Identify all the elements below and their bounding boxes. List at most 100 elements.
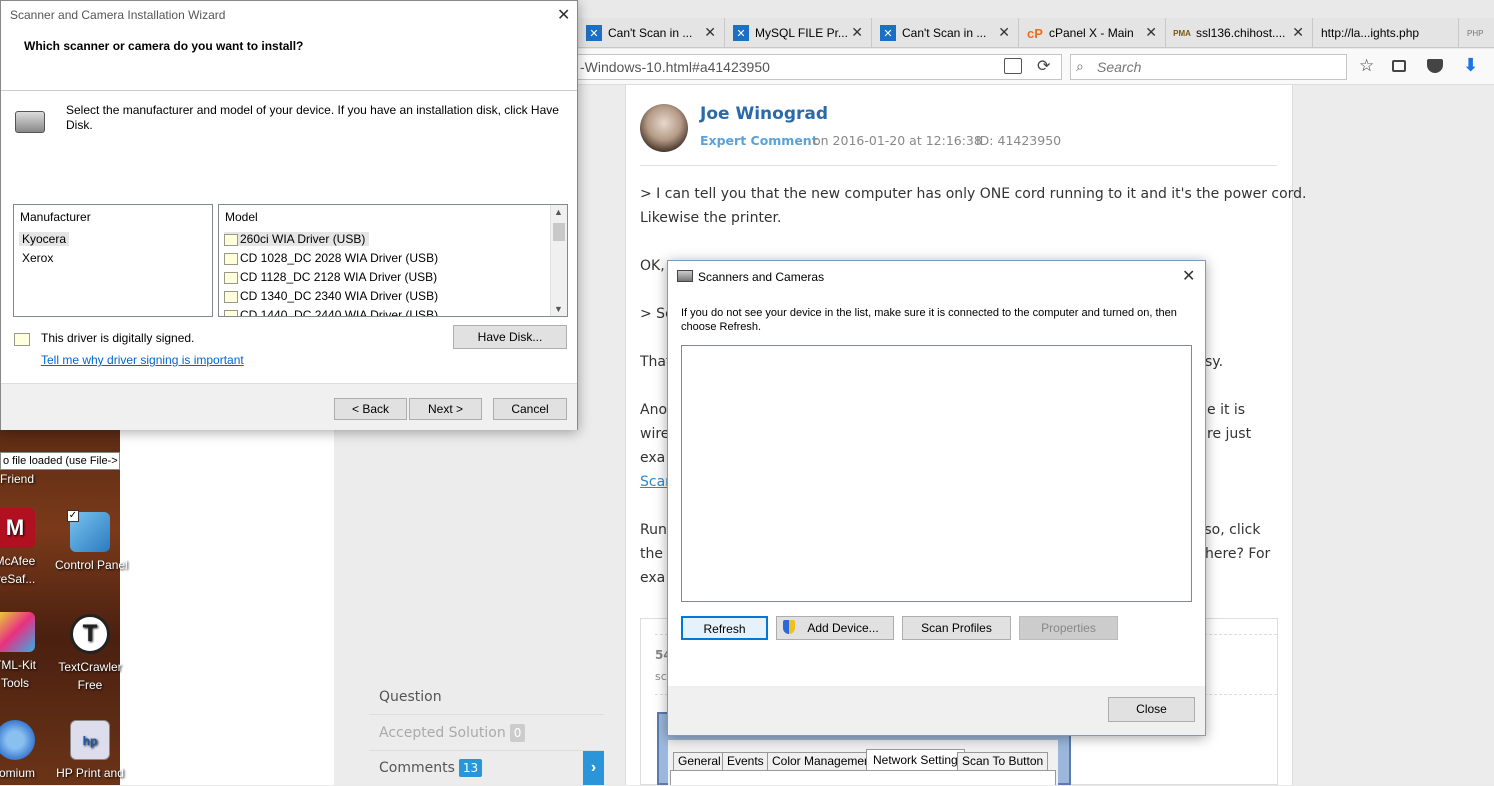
have-disk-button[interactable]: Have Disk... [453, 325, 567, 349]
tab-ssl136[interactable]: PMA ssl136.chihost.... ✕ [1166, 18, 1313, 48]
x-icon: ✕ [586, 25, 602, 41]
close-tab-icon[interactable]: ✕ [1145, 24, 1157, 41]
scanners-title: Scanners and Cameras [698, 270, 825, 284]
model-list[interactable]: Model 260ci WIA Driver (USB) CD 1028_DC … [218, 204, 568, 317]
html-kit-icon [0, 612, 35, 652]
next-button[interactable]: Next > [409, 398, 482, 420]
embedded-tab-panel [670, 770, 1056, 785]
author-name[interactable]: Joe Winograd [700, 104, 828, 124]
search-input[interactable]: Search [1070, 54, 1347, 80]
close-icon[interactable]: ✕ [557, 5, 570, 25]
close-button[interactable]: Close [1108, 697, 1195, 722]
close-tab-icon[interactable]: ✕ [998, 24, 1010, 41]
close-icon[interactable]: ✕ [1182, 266, 1195, 286]
desktop-icon-mcafee[interactable]: M McAfee veSaf... [0, 508, 50, 588]
scan-profiles-button[interactable]: Scan Profiles [902, 616, 1011, 640]
model-label: CD 1028_DC 2028 WIA Driver (USB) [240, 251, 439, 265]
browser-tab-bar: ✕ Can't Scan in ... ✕ ✕ MySQL FILE Pr...… [578, 18, 1494, 48]
comment-id: ID: 41423950 [976, 133, 1062, 148]
author-avatar[interactable] [640, 104, 688, 152]
driver-signing-link[interactable]: Tell me why driver signing is important [41, 353, 244, 367]
tab-label: cPanel X - Main [1049, 26, 1134, 40]
model-item[interactable]: 260ci WIA Driver (USB) [224, 232, 370, 246]
scroll-up-icon[interactable]: ▲ [554, 207, 563, 217]
tab-label: http://la...ights.php [1321, 26, 1420, 40]
close-tab-icon[interactable]: ✕ [704, 24, 716, 41]
wizard-title: Scanner and Camera Installation Wizard [10, 8, 226, 22]
close-tab-icon[interactable]: ✕ [1292, 24, 1304, 41]
icon-label: veSaf... [0, 572, 36, 586]
scanners-message: If you do not see your device in the lis… [681, 307, 1177, 333]
model-item[interactable]: CD 1028_DC 2028 WIA Driver (USB) [224, 251, 438, 265]
desktop-icon-hp-print[interactable]: hp HP Print and [55, 720, 125, 782]
tab-label: Can't Scan in ... [608, 26, 693, 40]
bookmark-star-icon[interactable]: ☆ [1359, 56, 1374, 76]
scanner-icon [15, 111, 45, 133]
driver-icon [224, 252, 238, 265]
search-icon: ⌕ [1076, 58, 1084, 74]
icon-label: TextCrawler [58, 660, 122, 674]
tab-cant-scan-1[interactable]: ✕ Can't Scan in ... ✕ [578, 18, 725, 48]
desktop-icon-html-kit[interactable]: TML-Kit Tools [0, 612, 50, 692]
library-icon[interactable] [1392, 60, 1406, 72]
signed-text: This driver is digitally signed. [41, 331, 195, 345]
model-item[interactable]: CD 1128_DC 2128 WIA Driver (USB) [224, 270, 437, 284]
download-icon[interactable]: ⬇ [1463, 55, 1478, 76]
device-list[interactable] [681, 345, 1192, 602]
manufacturer-item-kyocera[interactable]: Kyocera [19, 232, 70, 246]
model-item[interactable]: CD 1340_DC 2340 WIA Driver (USB) [224, 289, 438, 303]
scanners-cameras-window: Scanners and Cameras ✕ If you do not see… [667, 260, 1206, 736]
manufacturer-list[interactable]: Manufacturer Kyocera Xerox [13, 204, 213, 317]
close-tab-icon[interactable]: ✕ [851, 24, 863, 41]
scrollbar[interactable]: ▲ ▼ [550, 205, 567, 316]
tab-cpanel[interactable]: cP cPanel X - Main ✕ [1019, 18, 1166, 48]
cancel-button[interactable]: Cancel [493, 398, 567, 420]
icon-label: romium [0, 766, 35, 780]
scroll-thumb[interactable] [553, 223, 565, 241]
installation-wizard-window: Scanner and Camera Installation Wizard ✕… [0, 0, 578, 430]
tab-cant-scan-2[interactable]: ✕ Can't Scan in ... ✕ [872, 18, 1019, 48]
tab-label: Can't Scan in ... [902, 26, 987, 40]
reader-view-icon[interactable] [1004, 58, 1022, 74]
file-notice: o file loaded (use File-> [0, 452, 120, 470]
comment-date: on 2016-01-20 at 12:16:38 [813, 133, 982, 148]
scroll-down-icon[interactable]: ▼ [554, 304, 563, 314]
tab-label: MySQL FILE Pr... [755, 26, 848, 40]
url-field[interactable]: -Windows-10.html#a41423950 [578, 54, 1062, 80]
embedded-tab-color: Color Management [767, 752, 880, 771]
comments-count-badge: 13 [458, 759, 483, 777]
nav-question[interactable]: Question [369, 680, 604, 715]
icon-label: TML-Kit [0, 658, 36, 672]
properties-button[interactable]: Properties [1019, 616, 1118, 640]
add-device-button[interactable]: Add Device... [776, 616, 894, 640]
desktop-icon-control-panel[interactable]: Control Panel [55, 512, 128, 574]
desktop-icon-textcrawler[interactable]: T TextCrawler Free [55, 614, 125, 694]
driver-icon [224, 233, 238, 246]
tab-label: ssl136.chihost.... [1196, 26, 1286, 40]
list-header: Model [225, 210, 258, 224]
nested-text: sc [655, 670, 667, 683]
back-button[interactable]: < Back [334, 398, 407, 420]
wizard-heading: Which scanner or camera do you want to i… [24, 39, 304, 53]
manufacturer-item-xerox[interactable]: Xerox [22, 251, 53, 265]
php-tab-icon[interactable]: PHP [1459, 18, 1494, 48]
reload-icon[interactable]: ⟳ [1037, 56, 1050, 76]
model-item[interactable]: CD 1440_DC 2440 WIA Driver (USB) [224, 308, 438, 316]
refresh-button[interactable]: Refresh [681, 616, 768, 640]
tab-mysql-file[interactable]: ✕ MySQL FILE Pr... ✕ [725, 18, 872, 48]
desktop-icon-chromium[interactable]: romium [0, 720, 50, 782]
comment-text-line: wire [640, 426, 670, 442]
comment-text-line: e it is [1207, 402, 1246, 418]
nav-accepted-solution[interactable]: Accepted Solution 0 [369, 716, 604, 751]
icon-label: McAfee [0, 554, 36, 568]
model-label: CD 1340_DC 2340 WIA Driver (USB) [240, 289, 439, 303]
checkbox-icon[interactable]: ✓ [67, 510, 79, 522]
nav-arrow-icon[interactable]: › [583, 751, 604, 785]
x-icon: ✕ [733, 25, 749, 41]
comment-text-line: here? For [1205, 546, 1271, 562]
tab-lights-php[interactable]: http://la...ights.php [1313, 18, 1459, 48]
nav-comments[interactable]: Comments 13 [369, 751, 604, 786]
comment-text-line: sy. [1205, 354, 1224, 370]
icon-label: Free [77, 678, 103, 692]
pma-icon: PMA [1173, 28, 1191, 38]
